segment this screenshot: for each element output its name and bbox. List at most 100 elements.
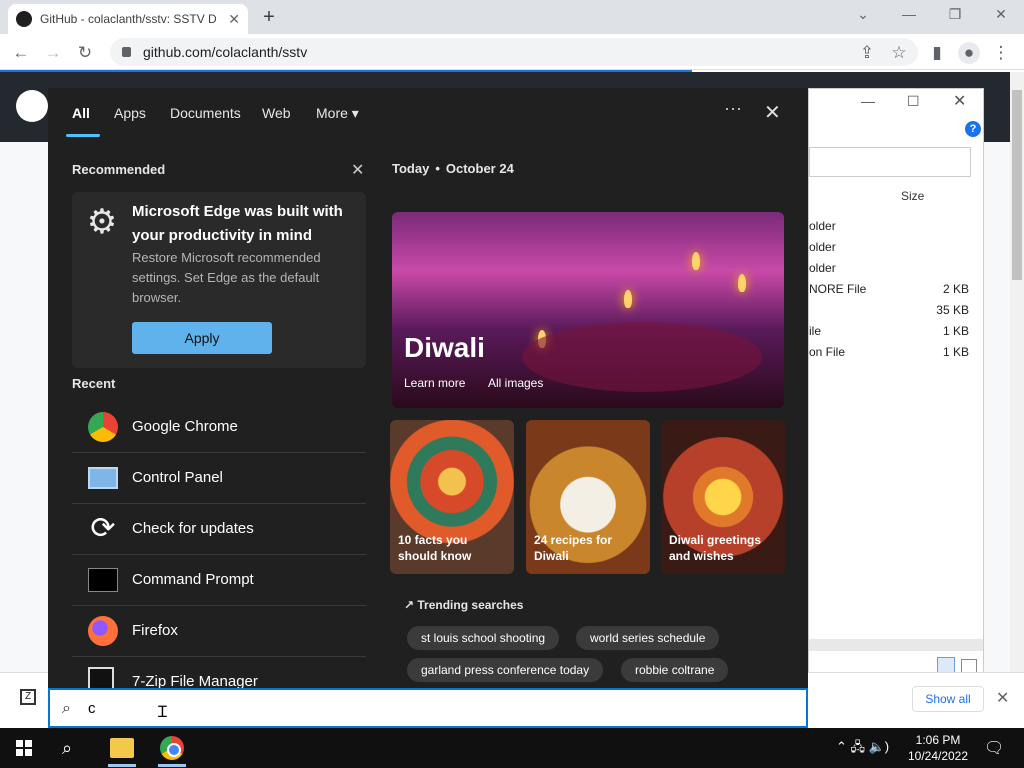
today-label: Today (392, 161, 430, 176)
tab-web[interactable]: Web (262, 105, 291, 121)
recent-heading: Recent (72, 376, 116, 391)
file-row[interactable]: on File 1 KB (809, 345, 985, 359)
learn-more-link[interactable]: Learn more (404, 376, 465, 390)
tab-apps[interactable]: Apps (114, 105, 146, 121)
7zip-icon (88, 667, 114, 688)
file-name: older (809, 240, 836, 254)
news-tile[interactable]: Diwali greetings and wishes (661, 420, 785, 574)
menu-kebab-icon[interactable]: ⋮ (990, 42, 1012, 64)
tab-documents[interactable]: Documents (170, 105, 241, 121)
recent-item-7zip[interactable]: 7-Zip File Manager (72, 658, 366, 688)
recent-item-check-for-updates[interactable]: ⟳ Check for updates (72, 505, 366, 555)
taskbar-search-icon[interactable]: ⌕ (62, 738, 72, 759)
file-row[interactable]: older (809, 240, 985, 254)
search-filter-tabs: All Apps Documents Web More ▾ (48, 88, 808, 138)
notifications-icon[interactable]: 🗨 (984, 738, 1004, 758)
explorer-close-button[interactable]: ✕ (953, 91, 966, 111)
close-search-icon[interactable]: ✕ (764, 100, 781, 125)
explorer-horizontal-scrollbar[interactable] (809, 639, 983, 651)
hero-title[interactable]: Diwali (404, 332, 485, 364)
file-name: ile (809, 324, 822, 338)
new-tab-button[interactable]: + (258, 6, 280, 28)
explorer-maximize-button[interactable]: ☐ (907, 93, 920, 110)
large-icons-view-icon[interactable] (961, 659, 977, 673)
news-tile[interactable]: 24 recipes for Diwali (526, 420, 650, 574)
forward-button[interactable]: → (42, 42, 64, 64)
size-column-header[interactable]: Size (901, 189, 924, 203)
recent-item-firefox[interactable]: Firefox (72, 607, 366, 657)
separator-dot: • (435, 161, 440, 176)
close-window-button[interactable]: ✕ (986, 6, 1016, 24)
profile-avatar-icon[interactable]: ● (958, 42, 980, 64)
system-tray-icons[interactable]: ⌃ 🖧 🔈) (836, 738, 889, 760)
file-name: older (809, 219, 836, 233)
page-scrollbar-thumb[interactable] (1012, 90, 1022, 280)
tab-close-icon[interactable]: ✕ (228, 11, 240, 28)
all-images-link[interactable]: All images (488, 376, 543, 390)
minimize-button[interactable]: — (894, 6, 924, 24)
lock-icon (122, 47, 131, 57)
apply-button[interactable]: Apply (132, 322, 272, 354)
restore-button[interactable]: ❐ (940, 6, 970, 24)
file-row[interactable]: ile 1 KB (809, 324, 985, 338)
recent-item-command-prompt[interactable]: Command Prompt (72, 556, 366, 606)
tab-more[interactable]: More ▾ (316, 105, 359, 122)
today-date: October 24 (445, 161, 514, 176)
address-bar[interactable]: github.com/colaclanth/sstv (110, 38, 918, 66)
taskbar-clock[interactable]: 1:06 PM 10/24/2022 (906, 732, 970, 764)
diya-flame (692, 252, 700, 270)
chrome-taskbar-icon[interactable] (160, 736, 184, 760)
trending-searches-heading: ↗ Trending searches (404, 598, 524, 612)
start-search-panel: All Apps Documents Web More ▾ ··· ✕ Reco… (48, 88, 808, 688)
reload-button[interactable]: ↻ (74, 42, 96, 64)
trending-chip[interactable]: robbie coltrane (621, 658, 729, 682)
browser-tab[interactable]: GitHub - colaclanth/sstv: SSTV D ✕ (8, 4, 248, 34)
recent-item-label: 7-Zip File Manager (132, 673, 258, 688)
url-text: github.com/colaclanth/sstv (143, 44, 308, 60)
github-favicon-icon (16, 11, 32, 27)
download-bar-close-icon[interactable]: ✕ (996, 688, 1009, 708)
file-row[interactable]: NORE File 2 KB (809, 282, 985, 296)
clock-date: 10/24/2022 (907, 749, 969, 763)
recommendation-title: Microsoft Edge was built with your produ… (132, 203, 343, 244)
github-logo-icon[interactable] (16, 90, 48, 122)
file-row[interactable]: older (809, 261, 985, 275)
file-explorer-icon[interactable] (110, 738, 134, 758)
bookmark-star-icon[interactable]: ☆ (888, 42, 910, 64)
news-tile[interactable]: 10 facts you should know (390, 420, 514, 574)
search-input[interactable]: c (88, 700, 96, 717)
recent-item-google-chrome[interactable]: Google Chrome (72, 403, 366, 453)
recent-item-label: Control Panel (132, 469, 223, 486)
file-size: 2 KB (942, 282, 969, 296)
download-file-icon[interactable]: Z (20, 689, 36, 705)
file-name: NORE File (809, 282, 867, 296)
trending-chip[interactable]: world series schedule (576, 626, 720, 650)
help-icon[interactable]: ? (965, 121, 981, 137)
windows-start-icon[interactable] (16, 740, 32, 756)
windows-logo-pane (25, 740, 32, 747)
trending-chip[interactable]: garland press conference today (407, 658, 604, 682)
recent-item-control-panel[interactable]: Control Panel (72, 454, 366, 504)
diya-lamps (522, 322, 762, 392)
tab-all[interactable]: All (72, 105, 90, 121)
recommended-dismiss-icon[interactable]: ✕ (351, 160, 364, 180)
explorer-search-field[interactable] (809, 147, 971, 177)
search-icon: ⌕ (62, 700, 71, 717)
back-button[interactable]: ← (10, 42, 32, 64)
explorer-minimize-button[interactable]: — (861, 93, 875, 109)
firefox-icon (88, 616, 118, 646)
file-row[interactable]: older (809, 219, 985, 233)
share-icon[interactable]: ⇪ (856, 42, 878, 64)
tab-search-chevron-icon[interactable]: ⌄ (848, 6, 878, 24)
more-options-icon[interactable]: ··· (724, 98, 742, 119)
recommended-heading: Recommended (72, 162, 166, 177)
update-icon: ⟳ (90, 512, 116, 545)
active-tab-indicator (66, 134, 100, 137)
show-all-downloads-button[interactable]: Show all (912, 686, 984, 712)
trending-chip[interactable]: st louis school shooting (407, 626, 560, 650)
windows-logo-pane (16, 749, 23, 756)
news-tile-label: Diwali greetings and wishes (669, 533, 762, 563)
side-panel-icon[interactable]: ▮ (926, 42, 948, 64)
recent-item-label: Firefox (132, 622, 178, 639)
file-size: 1 KB (942, 324, 969, 338)
